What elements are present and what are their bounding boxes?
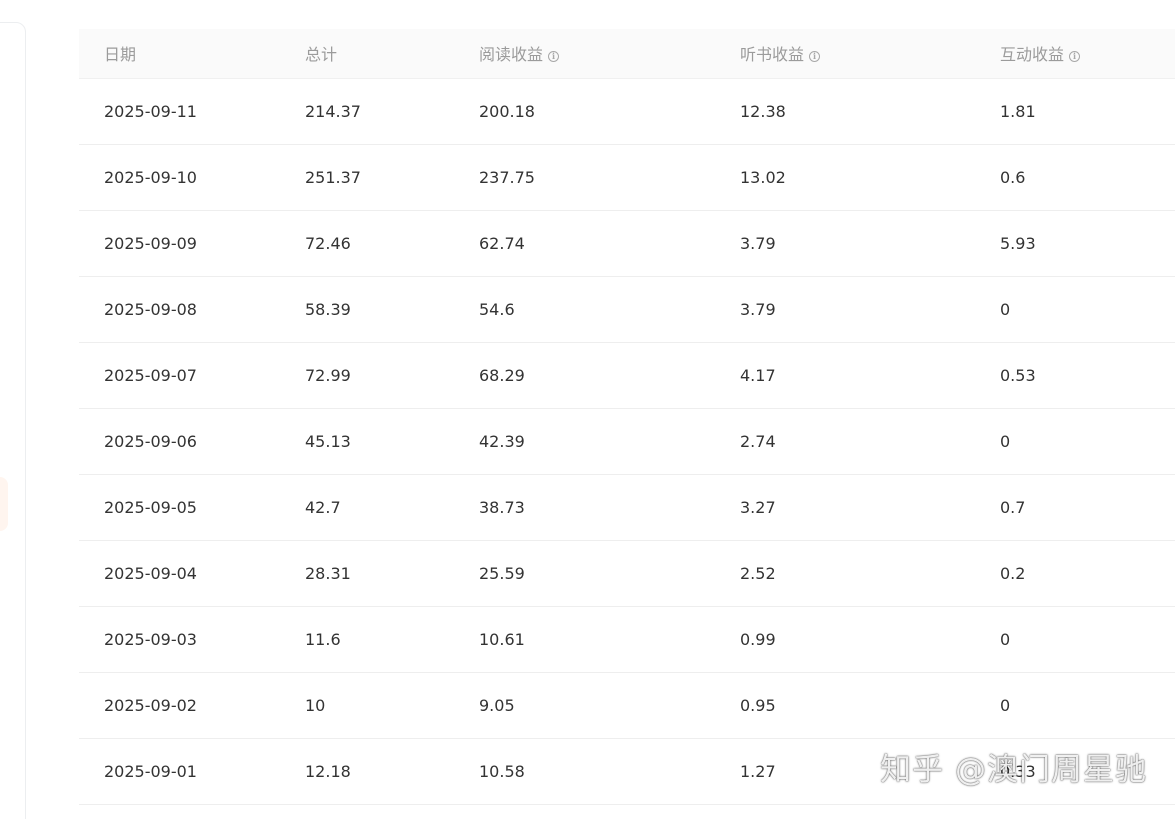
cell-reading: 200.18: [454, 78, 715, 145]
table-row: 2025-09-10 251.37 237.75 13.02 0.6: [79, 144, 1175, 211]
table-row: 2025-09-08 58.39 54.6 3.79 0: [79, 276, 1175, 343]
cell-listening: 0.99: [715, 606, 975, 673]
table-row: 2025-09-03 11.6 10.61 0.99 0: [79, 606, 1175, 673]
sidebar-active-indicator[interactable]: [0, 477, 8, 531]
sidebar-card: [0, 22, 26, 819]
cell-interaction: 0: [975, 408, 1175, 475]
cell-listening: 1.27: [715, 738, 975, 805]
cell-total: 58.39: [280, 276, 454, 343]
cell-listening: 0.95: [715, 672, 975, 739]
cell-date: 2025-09-03: [79, 606, 280, 673]
cell-reading: 237.75: [454, 144, 715, 211]
cell-total: 214.37: [280, 78, 454, 145]
left-sidebar: [0, 0, 38, 819]
cell-reading: 68.29: [454, 342, 715, 409]
cell-total: 72.99: [280, 342, 454, 409]
cell-total: 11.6: [280, 606, 454, 673]
column-header-date: 日期: [79, 29, 280, 79]
table-row: 2025-09-06 45.13 42.39 2.74 0: [79, 408, 1175, 475]
cell-total: 42.7: [280, 474, 454, 541]
cell-interaction: 0: [975, 672, 1175, 739]
column-header-label: 总计: [305, 45, 338, 65]
cell-reading: 10.58: [454, 738, 715, 805]
page: 日期 总计 阅读收益 i 听书收益 i 互动收益 i 2025-09-11 214.37 200.…: [0, 0, 1175, 819]
cell-total: 251.37: [280, 144, 454, 211]
cell-date: 2025-09-01: [79, 738, 280, 805]
cell-reading: 38.73: [454, 474, 715, 541]
column-header-total: 总计: [280, 29, 454, 79]
cell-date: 2025-09-09: [79, 210, 280, 277]
column-header-label: 阅读收益: [479, 45, 544, 65]
info-icon[interactable]: i: [1069, 51, 1081, 63]
table-row: 2025-09-07 72.99 68.29 4.17 0.53: [79, 342, 1175, 409]
cell-interaction: 0.2: [975, 540, 1175, 607]
cell-interaction: 1.81: [975, 78, 1175, 145]
cell-date: 2025-09-11: [79, 78, 280, 145]
cell-listening: 2.52: [715, 540, 975, 607]
cell-reading: 54.6: [454, 276, 715, 343]
cell-interaction: 0.7: [975, 474, 1175, 541]
income-table: 日期 总计 阅读收益 i 听书收益 i 互动收益 i 2025-09-11 214.37 200.…: [79, 29, 1175, 805]
column-header-label: 听书收益: [740, 45, 805, 65]
cell-reading: 25.59: [454, 540, 715, 607]
cell-date: 2025-09-02: [79, 672, 280, 739]
cell-reading: 9.05: [454, 672, 715, 739]
cell-total: 28.31: [280, 540, 454, 607]
cell-date: 2025-09-08: [79, 276, 280, 343]
cell-reading: 62.74: [454, 210, 715, 277]
cell-listening: 13.02: [715, 144, 975, 211]
cell-listening: 3.79: [715, 210, 975, 277]
cell-interaction: 0.33: [975, 738, 1175, 805]
cell-listening: 3.79: [715, 276, 975, 343]
cell-date: 2025-09-07: [79, 342, 280, 409]
cell-total: 45.13: [280, 408, 454, 475]
table-row: 2025-09-04 28.31 25.59 2.52 0.2: [79, 540, 1175, 607]
table-row: 2025-09-01 12.18 10.58 1.27 0.33: [79, 738, 1175, 805]
table-header-row: 日期 总计 阅读收益 i 听书收益 i 互动收益 i: [79, 29, 1175, 79]
table-body: 2025-09-11 214.37 200.18 12.38 1.81 2025-09-1…: [79, 78, 1175, 805]
cell-reading: 42.39: [454, 408, 715, 475]
cell-date: 2025-09-10: [79, 144, 280, 211]
cell-interaction: 0.53: [975, 342, 1175, 409]
cell-date: 2025-09-05: [79, 474, 280, 541]
cell-reading: 10.61: [454, 606, 715, 673]
cell-listening: 3.27: [715, 474, 975, 541]
cell-total: 12.18: [280, 738, 454, 805]
cell-listening: 2.74: [715, 408, 975, 475]
cell-date: 2025-09-04: [79, 540, 280, 607]
column-header-listening: 听书收益 i: [715, 29, 975, 79]
cell-total: 72.46: [280, 210, 454, 277]
column-header-interaction: 互动收益 i: [975, 29, 1175, 79]
table-row: 2025-09-05 42.7 38.73 3.27 0.7: [79, 474, 1175, 541]
table-row: 2025-09-09 72.46 62.74 3.79 5.93: [79, 210, 1175, 277]
table-row: 2025-09-02 10 9.05 0.95 0: [79, 672, 1175, 739]
table-row: 2025-09-11 214.37 200.18 12.38 1.81: [79, 78, 1175, 145]
column-header-label: 日期: [104, 45, 137, 65]
cell-interaction: 5.93: [975, 210, 1175, 277]
cell-total: 10: [280, 672, 454, 739]
cell-listening: 4.17: [715, 342, 975, 409]
cell-interaction: 0: [975, 276, 1175, 343]
income-panel: 日期 总计 阅读收益 i 听书收益 i 互动收益 i 2025-09-11 214.37 200.…: [38, 0, 1175, 819]
cell-interaction: 0.6: [975, 144, 1175, 211]
info-icon[interactable]: i: [548, 51, 560, 63]
info-icon[interactable]: i: [809, 51, 821, 63]
cell-listening: 12.38: [715, 78, 975, 145]
column-header-reading: 阅读收益 i: [454, 29, 715, 79]
cell-date: 2025-09-06: [79, 408, 280, 475]
column-header-label: 互动收益: [1000, 45, 1065, 65]
cell-interaction: 0: [975, 606, 1175, 673]
